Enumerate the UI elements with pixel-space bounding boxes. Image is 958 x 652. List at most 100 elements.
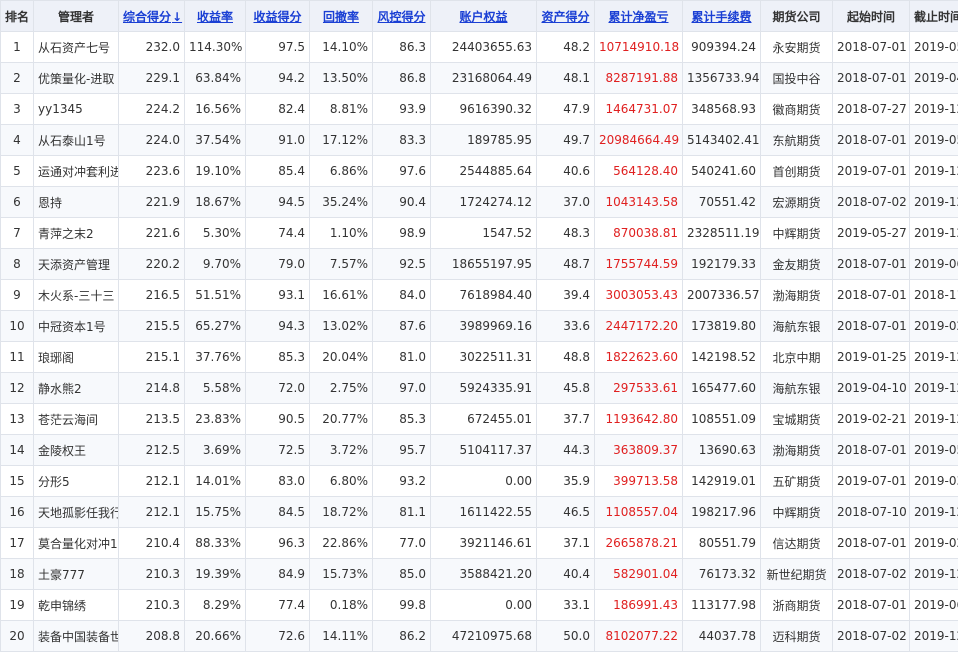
table-row: 19乾申锦绣210.38.29%77.40.18%99.80.0033.1186…	[1, 590, 958, 621]
net-pnl-cell: 1464731.07	[595, 94, 683, 125]
asset-score-cell: 40.4	[537, 559, 595, 590]
return-rate-cell: 37.54%	[185, 125, 246, 156]
composite-score-cell: 224.2	[119, 94, 185, 125]
fees-cell: 142198.52	[683, 342, 761, 373]
return-score-cell: 94.3	[246, 311, 310, 342]
end-date-cell: 2019-06-10	[910, 590, 958, 621]
net-pnl-cell: 1822623.60	[595, 342, 683, 373]
header-equity[interactable]: 账户权益	[431, 1, 537, 32]
broker-cell: 宏源期货	[761, 187, 833, 218]
broker-cell: 永安期货	[761, 32, 833, 63]
sort-link-drawdown[interactable]: 回撤率	[323, 10, 359, 24]
return-score-cell: 83.0	[246, 466, 310, 497]
table-row: 8天添资产管理220.29.70%79.07.57%92.518655197.9…	[1, 249, 958, 280]
return-rate-cell: 19.10%	[185, 156, 246, 187]
sort-link-net-pnl[interactable]: 累计净盈亏	[608, 10, 668, 24]
equity-cell: 1724274.12	[431, 187, 537, 218]
sort-link-return-rate[interactable]: 收益率	[197, 10, 233, 24]
start-date-cell: 2018-07-27	[833, 94, 910, 125]
risk-score-cell: 97.6	[373, 156, 431, 187]
table-row: 16天地孤影任我行212.115.75%84.518.72%81.1161142…	[1, 497, 958, 528]
drawdown-cell: 0.18%	[310, 590, 373, 621]
risk-score-cell: 85.0	[373, 559, 431, 590]
return-score-cell: 84.5	[246, 497, 310, 528]
start-date-cell: 2018-07-01	[833, 63, 910, 94]
manager-cell: 从石资产七号	[34, 32, 119, 63]
table-row: 3yy1345224.216.56%82.48.81%93.99616390.3…	[1, 94, 958, 125]
return-score-cell: 84.9	[246, 559, 310, 590]
asset-score-cell: 46.5	[537, 497, 595, 528]
risk-score-cell: 90.4	[373, 187, 431, 218]
fees-cell: 70551.42	[683, 187, 761, 218]
manager-cell: 莫合量化对冲1号	[34, 528, 119, 559]
asset-score-cell: 45.8	[537, 373, 595, 404]
start-date-cell: 2018-07-01	[833, 590, 910, 621]
drawdown-cell: 18.72%	[310, 497, 373, 528]
table-row: 15分形5212.114.01%83.06.80%93.20.0035.9399…	[1, 466, 958, 497]
rank-cell: 1	[1, 32, 34, 63]
sort-link-fees[interactable]: 累计手续费	[691, 10, 751, 24]
broker-cell: 北京中期	[761, 342, 833, 373]
equity-cell: 3588421.20	[431, 559, 537, 590]
header-net-pnl[interactable]: 累计净盈亏	[595, 1, 683, 32]
fees-cell: 13690.63	[683, 435, 761, 466]
return-score-cell: 94.2	[246, 63, 310, 94]
sort-link-equity[interactable]: 账户权益	[459, 10, 507, 24]
end-date-cell: 2019-02-28	[910, 528, 958, 559]
end-date-cell: 2019-05-08	[910, 32, 958, 63]
end-date-cell: 2019-12-30	[910, 187, 958, 218]
header-return-score[interactable]: 收益得分	[246, 1, 310, 32]
broker-cell: 首创期货	[761, 156, 833, 187]
header-asset-score[interactable]: 资产得分	[537, 1, 595, 32]
equity-cell: 0.00	[431, 466, 537, 497]
header-risk-score[interactable]: 风控得分	[373, 1, 431, 32]
sort-link-asset-score[interactable]: 资产得分	[541, 10, 589, 24]
net-pnl-cell: 1755744.59	[595, 249, 683, 280]
header-composite-score[interactable]: 综合得分↓	[119, 1, 185, 32]
drawdown-cell: 3.72%	[310, 435, 373, 466]
header-drawdown[interactable]: 回撤率	[310, 1, 373, 32]
asset-score-cell: 37.7	[537, 404, 595, 435]
broker-cell: 信达期货	[761, 528, 833, 559]
net-pnl-cell: 20984664.49	[595, 125, 683, 156]
table-row: 5运通对冲套利进223.619.10%85.46.86%97.62544885.…	[1, 156, 958, 187]
rank-cell: 17	[1, 528, 34, 559]
end-date-cell: 2019-12-30	[910, 218, 958, 249]
composite-score-cell: 223.6	[119, 156, 185, 187]
risk-score-cell: 92.5	[373, 249, 431, 280]
sort-link-composite-score[interactable]: 综合得分	[123, 10, 171, 24]
manager-cell: 分形5	[34, 466, 119, 497]
drawdown-cell: 15.73%	[310, 559, 373, 590]
broker-cell: 徽商期货	[761, 94, 833, 125]
drawdown-cell: 13.02%	[310, 311, 373, 342]
header-fees[interactable]: 累计手续费	[683, 1, 761, 32]
broker-cell: 中辉期货	[761, 497, 833, 528]
return-score-cell: 97.5	[246, 32, 310, 63]
fees-cell: 198217.96	[683, 497, 761, 528]
drawdown-cell: 14.10%	[310, 32, 373, 63]
return-rate-cell: 16.56%	[185, 94, 246, 125]
return-rate-cell: 18.67%	[185, 187, 246, 218]
header-return-rate[interactable]: 收益率	[185, 1, 246, 32]
table-row: 6恩持221.918.67%94.535.24%90.41724274.1237…	[1, 187, 958, 218]
drawdown-cell: 20.77%	[310, 404, 373, 435]
risk-score-cell: 98.9	[373, 218, 431, 249]
fees-cell: 909394.24	[683, 32, 761, 63]
risk-score-cell: 95.7	[373, 435, 431, 466]
broker-cell: 金友期货	[761, 249, 833, 280]
risk-score-cell: 77.0	[373, 528, 431, 559]
composite-score-cell: 232.0	[119, 32, 185, 63]
sort-link-risk-score[interactable]: 风控得分	[377, 10, 425, 24]
table-row: 18土豪777210.319.39%84.915.73%85.03588421.…	[1, 559, 958, 590]
rank-cell: 2	[1, 63, 34, 94]
net-pnl-cell: 297533.61	[595, 373, 683, 404]
rank-cell: 8	[1, 249, 34, 280]
sort-link-return-score[interactable]: 收益得分	[253, 10, 301, 24]
composite-score-cell: 210.4	[119, 528, 185, 559]
risk-score-cell: 97.0	[373, 373, 431, 404]
rank-cell: 11	[1, 342, 34, 373]
end-date-cell: 2019-05-08	[910, 125, 958, 156]
manager-cell: 木火系-三十三	[34, 280, 119, 311]
equity-cell: 3022511.31	[431, 342, 537, 373]
equity-cell: 9616390.32	[431, 94, 537, 125]
